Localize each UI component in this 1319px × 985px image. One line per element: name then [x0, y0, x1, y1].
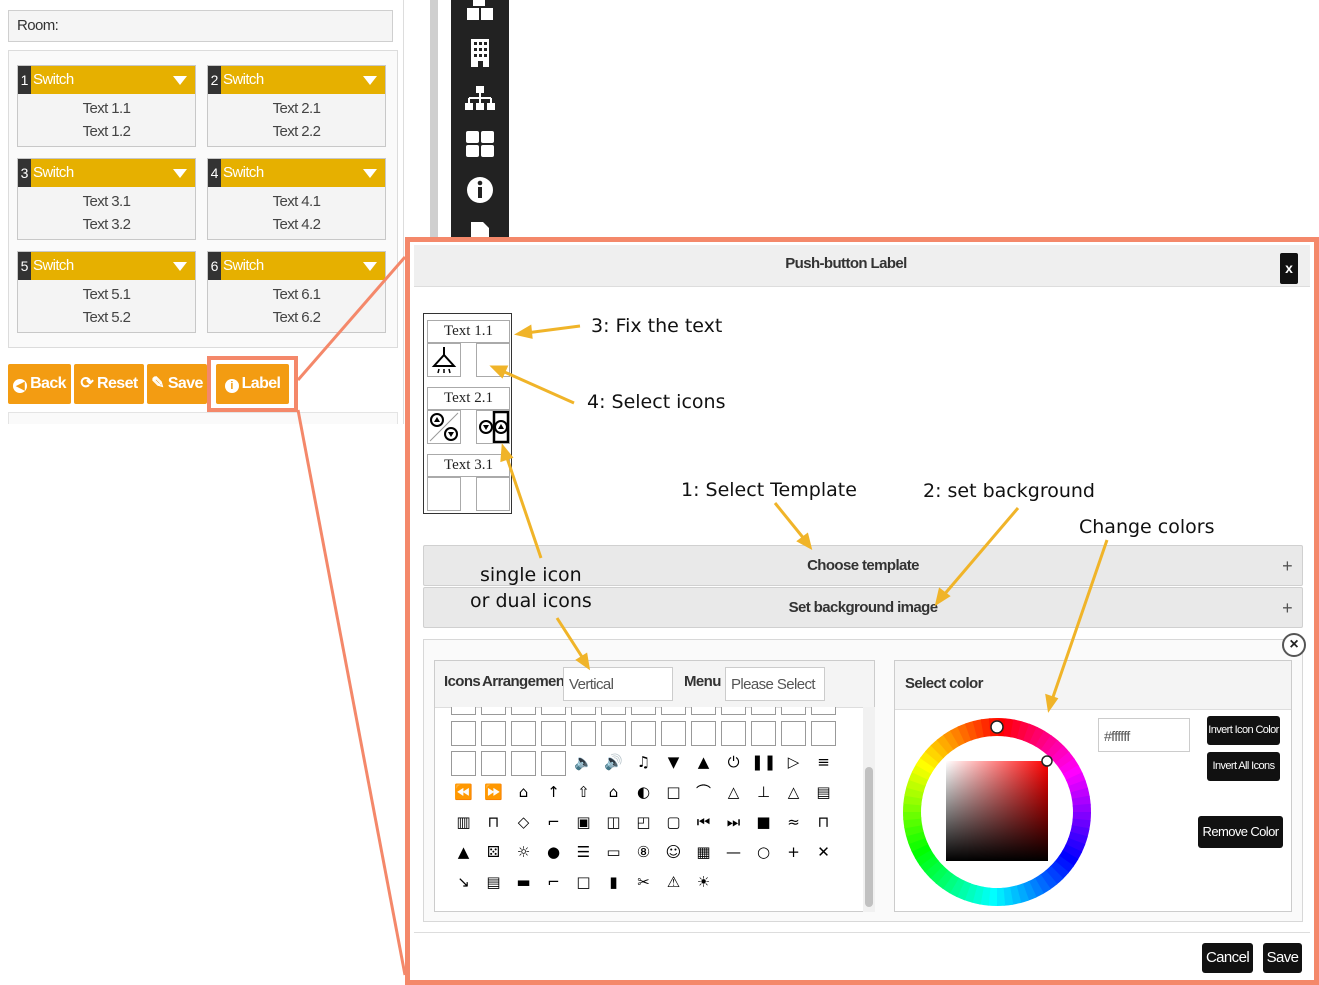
arrow-head-icon	[489, 365, 509, 379]
arrow-head-icon	[500, 443, 514, 463]
arrow-line	[525, 324, 581, 335]
annotation-select-icons: 4: Select icons	[587, 391, 726, 413]
arrow-line	[555, 617, 586, 661]
arrow-line	[773, 502, 807, 541]
annotation-overlay	[296, 256, 1109, 976]
arrow-head-icon	[1045, 693, 1059, 713]
annotation-set-background: 2: set background	[923, 480, 1095, 502]
arrow-head-icon	[513, 324, 533, 339]
annotation-select-template: 1: Select Template	[681, 479, 857, 501]
zoom-line-top	[296, 256, 407, 381]
arrow-line	[504, 454, 543, 559]
annotation-dual-icons: or dual icons	[470, 590, 592, 612]
arrow-head-icon	[575, 652, 591, 671]
arrow-line	[941, 507, 1020, 597]
arrow-line	[1050, 539, 1109, 701]
annotation-single-icon: single icon	[480, 564, 582, 586]
annotation-change-colors: Change colors	[1079, 516, 1215, 538]
zoom-line-bottom	[296, 409, 407, 976]
arrow-line	[499, 368, 575, 405]
annotation-fix-text: 3: Fix the text	[591, 315, 723, 337]
